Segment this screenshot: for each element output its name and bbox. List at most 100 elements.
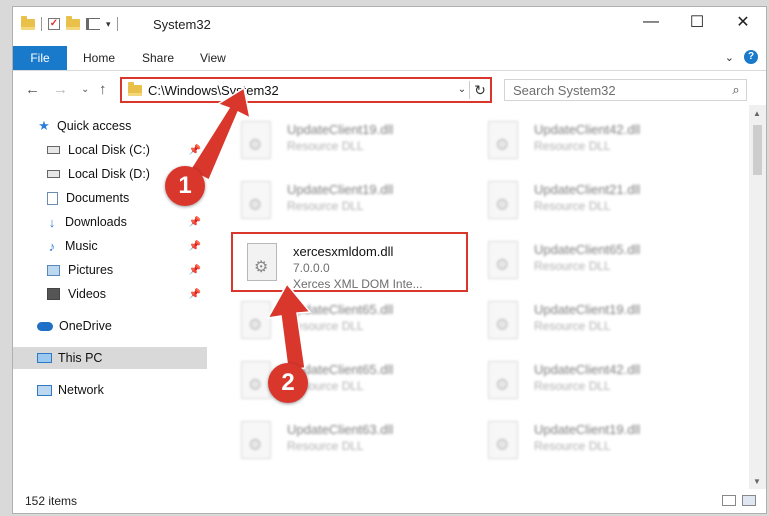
- file-item[interactable]: UpdateClient63.dll Resource DLL: [233, 415, 463, 469]
- status-bar: 152 items: [13, 489, 766, 513]
- new-folder-icon[interactable]: [66, 15, 80, 30]
- pin-icon[interactable]: 📌: [189, 241, 201, 252]
- forward-arrow-icon[interactable]: →: [53, 81, 68, 98]
- nav-item-label: Local Disk (D:): [68, 167, 150, 181]
- folder-icon: [21, 15, 35, 30]
- pin-icon[interactable]: 📌: [189, 145, 201, 156]
- file-item[interactable]: UpdateClient19.dll Resource DLL: [480, 415, 710, 469]
- videos-icon: [47, 288, 60, 300]
- nav-item-label: Videos: [68, 287, 106, 301]
- file-description: Resource DLL: [287, 439, 364, 453]
- nav-item-onedrive[interactable]: OneDrive: [13, 315, 207, 337]
- nav-item-label: Music: [65, 239, 98, 253]
- nav-item-quick-access[interactable]: ★ Quick access: [13, 115, 207, 137]
- step-1-badge: 1: [165, 166, 205, 206]
- dll-file-icon: [241, 361, 271, 399]
- step-2-badge: 2: [268, 363, 308, 403]
- file-description: Resource DLL: [534, 319, 611, 333]
- recent-locations-chevron-icon[interactable]: ⌄: [81, 84, 89, 95]
- scroll-down-arrow-icon[interactable]: ▼: [753, 477, 761, 486]
- nav-item-network[interactable]: Network: [13, 379, 207, 401]
- nav-item-label: OneDrive: [59, 319, 112, 333]
- documents-icon: [47, 191, 58, 205]
- cloud-icon: [37, 321, 53, 331]
- nav-item-label: Network: [58, 383, 104, 397]
- file-name: UpdateClient21.dll: [534, 182, 641, 197]
- file-name: UpdateClient63.dll: [287, 422, 394, 437]
- pin-icon[interactable]: 📌: [189, 289, 201, 300]
- back-arrow-icon[interactable]: ←: [25, 81, 40, 98]
- up-arrow-icon[interactable]: ↑: [99, 81, 107, 98]
- tab-home[interactable]: Home: [83, 51, 115, 65]
- file-item[interactable]: UpdateClient65.dll Resource DLL: [480, 235, 710, 289]
- customize-toolbar-icon[interactable]: [86, 18, 100, 30]
- nav-item-pictures[interactable]: Pictures 📌: [13, 259, 207, 281]
- file-description: Resource DLL: [534, 139, 611, 153]
- properties-check-icon[interactable]: ✓: [48, 18, 60, 30]
- expand-ribbon-icon[interactable]: ⌄: [725, 51, 734, 64]
- nav-item-downloads[interactable]: ↓ Downloads 📌: [13, 211, 207, 233]
- dll-file-icon: [488, 121, 518, 159]
- pin-icon[interactable]: 📌: [189, 217, 201, 228]
- nav-item-label: This PC: [58, 351, 103, 365]
- file-item[interactable]: UpdateClient19.dll Resource DLL: [233, 115, 463, 169]
- ribbon-tabs: File Home Share View ⌄ ?: [13, 46, 766, 71]
- nav-item-label: Downloads: [65, 215, 127, 229]
- dll-file-icon: [488, 361, 518, 399]
- tiles-view-icon[interactable]: [742, 495, 756, 506]
- network-icon: [37, 384, 52, 396]
- file-name: UpdateClient65.dll: [534, 242, 641, 257]
- vertical-scrollbar[interactable]: ▲ ▼: [749, 105, 766, 489]
- address-bar[interactable]: C:\Windows\System32 ⌄ ↻: [120, 77, 492, 103]
- file-name: UpdateClient19.dll: [287, 182, 394, 197]
- maximize-button[interactable]: ☐: [674, 7, 720, 37]
- toolbar-divider: [116, 17, 118, 31]
- nav-item-music[interactable]: ♪ Music 📌: [13, 235, 207, 257]
- file-item[interactable]: UpdateClient42.dll Resource DLL: [480, 355, 710, 409]
- file-name: UpdateClient19.dll: [534, 302, 641, 317]
- scroll-thumb[interactable]: [753, 125, 762, 175]
- file-item[interactable]: UpdateClient65.dll Resource DLL: [233, 295, 463, 349]
- dll-file-icon: [241, 301, 271, 339]
- file-description: Resource DLL: [287, 139, 364, 153]
- help-icon[interactable]: ?: [744, 50, 758, 64]
- nav-item-videos[interactable]: Videos 📌: [13, 283, 207, 305]
- chevron-down-icon[interactable]: ▾: [106, 19, 111, 30]
- file-description: Resource DLL: [534, 259, 611, 273]
- file-item[interactable]: UpdateClient42.dll Resource DLL: [480, 115, 710, 169]
- address-dropdown-icon[interactable]: ⌄: [455, 81, 470, 99]
- dll-file-icon: [488, 421, 518, 459]
- scroll-up-arrow-icon[interactable]: ▲: [753, 109, 761, 118]
- nav-item-label: Quick access: [57, 119, 132, 133]
- address-path[interactable]: C:\Windows\System32: [148, 83, 455, 98]
- nav-item-this-pc[interactable]: This PC: [13, 347, 207, 369]
- file-name: UpdateClient19.dll: [534, 422, 641, 437]
- file-description: Resource DLL: [534, 379, 611, 393]
- details-view-icon[interactable]: [722, 495, 736, 506]
- search-icon[interactable]: ⌕: [726, 82, 746, 98]
- file-item[interactable]: UpdateClient21.dll Resource DLL: [480, 175, 710, 229]
- file-item[interactable]: UpdateClient19.dll Resource DLL: [480, 295, 710, 349]
- quick-access-toolbar: ✓ ▾: [21, 15, 118, 31]
- nav-item-local-disk-c[interactable]: Local Disk (C:) 📌: [13, 139, 207, 161]
- file-name: UpdateClient19.dll: [287, 122, 394, 137]
- search-box[interactable]: Search System32 ⌕: [504, 79, 747, 101]
- file-description: Resource DLL: [534, 199, 611, 213]
- tab-file[interactable]: File: [13, 46, 67, 70]
- nav-item-label: Pictures: [68, 263, 114, 277]
- file-name: UpdateClient65.dll: [287, 302, 394, 317]
- dll-file-icon: [488, 181, 518, 219]
- search-input[interactable]: Search System32: [505, 83, 726, 98]
- refresh-icon[interactable]: ↻: [470, 82, 490, 99]
- dll-file-icon: [241, 121, 271, 159]
- close-button[interactable]: ✕: [720, 7, 766, 37]
- minimize-button[interactable]: —: [628, 7, 674, 37]
- tab-view[interactable]: View: [200, 51, 226, 65]
- file-description: Resource DLL: [287, 199, 364, 213]
- file-name: UpdateClient42.dll: [534, 122, 641, 137]
- star-icon: ★: [38, 118, 50, 133]
- pin-icon[interactable]: 📌: [189, 265, 201, 276]
- file-item[interactable]: UpdateClient19.dll Resource DLL: [233, 175, 463, 229]
- tab-share[interactable]: Share: [142, 51, 174, 65]
- navigation-bar: ← → ⌄ ↑ C:\Windows\System32 ⌄ ↻ Search S…: [13, 75, 766, 105]
